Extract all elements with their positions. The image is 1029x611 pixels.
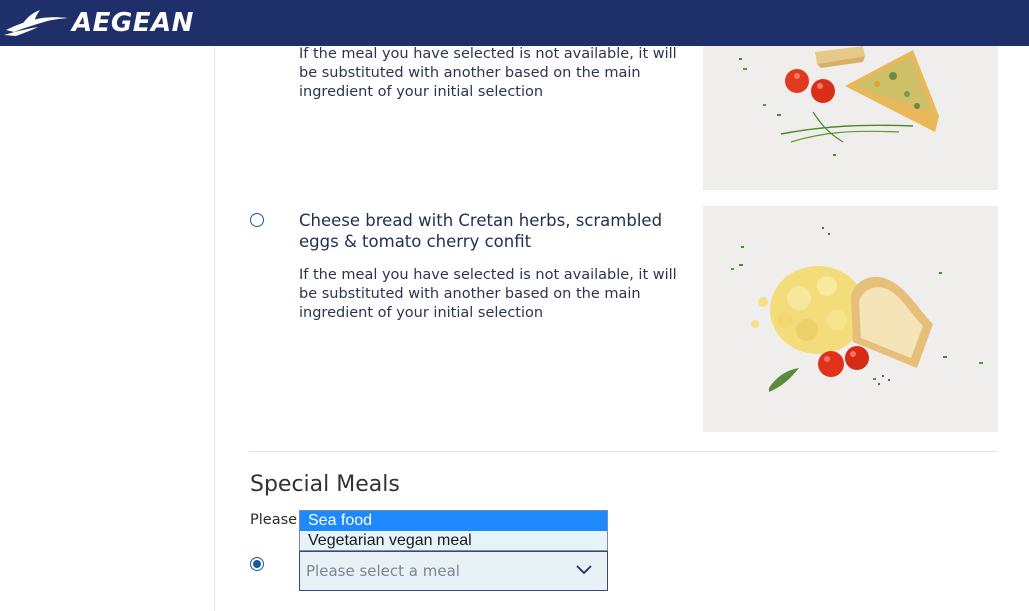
meal-2-radio[interactable] — [250, 213, 264, 227]
aegean-bird-logo-icon — [4, 10, 68, 36]
meal-2-photo — [703, 206, 998, 432]
logo-wordmark: AEGEAN — [72, 8, 194, 38]
meal-2-title: Cheese bread with Cretan herbs, scramble… — [299, 211, 663, 251]
top-header: AEGEAN — [0, 0, 1029, 46]
chevron-down-icon — [576, 565, 592, 575]
special-meal-select[interactable]: Please select a meal — [299, 551, 608, 591]
scrambled-eggs-cheese-bread-photo — [703, 206, 998, 432]
meal-1-photo — [703, 46, 998, 190]
select-placeholder: Please select a meal — [306, 562, 460, 580]
special-meals-heading: Special Meals — [250, 472, 400, 497]
special-meal-radio[interactable] — [250, 557, 264, 571]
left-column-divider — [214, 46, 215, 611]
option-sea-food[interactable]: Sea food — [300, 511, 607, 531]
option-vegetarian-vegan-meal[interactable]: Vegetarian vegan meal — [300, 530, 607, 550]
section-divider — [249, 451, 998, 452]
special-meal-options-list[interactable]: Sea food Vegetarian vegan meal — [299, 510, 608, 551]
meal-1-note: If the meal you have selected is not ava… — [299, 46, 677, 100]
quiche-with-cherry-tomatoes-photo — [703, 46, 998, 190]
special-meals-instruction: Please — [250, 512, 298, 528]
aegean-logo[interactable]: AEGEAN — [4, 6, 194, 40]
meal-2-note: If the meal you have selected is not ava… — [299, 267, 677, 321]
